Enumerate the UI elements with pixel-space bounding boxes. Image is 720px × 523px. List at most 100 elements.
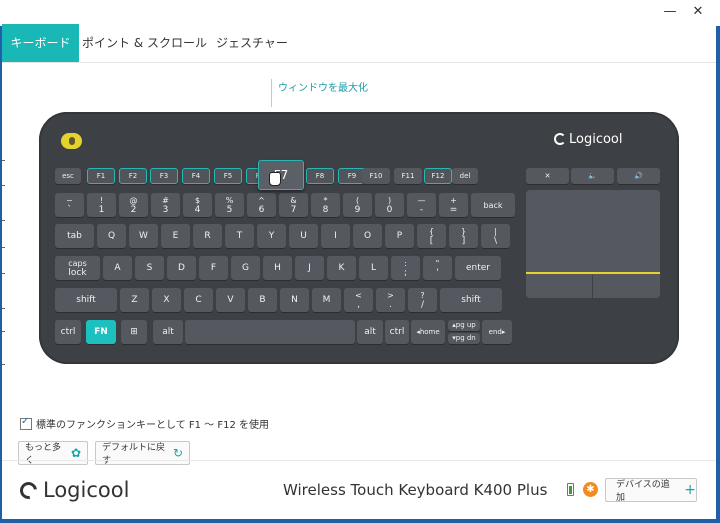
key-row3-2[interactable]: S <box>135 256 164 280</box>
key-row3-11-bottom: ' <box>436 267 439 278</box>
key-row5-0[interactable]: ctrl <box>55 320 81 344</box>
key-row1-6[interactable]: ^ 6 <box>247 193 276 217</box>
key-row2-11[interactable]: {[ <box>417 224 446 248</box>
logicool-mark-icon <box>16 478 41 503</box>
key-row1-1[interactable]: ! 1 <box>87 193 116 217</box>
key-f7-hover[interactable]: F7 <box>258 160 304 190</box>
key-row5-9[interactable]: ▾pg dn <box>448 333 480 344</box>
key-f3[interactable]: F3 <box>150 168 178 184</box>
key-row1-9[interactable]: (9 <box>343 193 372 217</box>
settings-badge-icon[interactable]: ✱ <box>583 482 598 497</box>
key-media-1[interactable]: 🔈 <box>571 168 614 184</box>
key-del[interactable]: del <box>452 168 478 184</box>
key-row2-0[interactable]: tab <box>55 224 94 248</box>
touchpad-divider <box>526 272 660 274</box>
key-row5-5[interactable]: alt <box>357 320 383 344</box>
key-f8[interactable]: F8 <box>306 168 334 184</box>
key-row4-8-top: < <box>355 290 362 300</box>
key-row4-8[interactable]: <, <box>344 288 373 312</box>
key-media-2[interactable]: 🔊 <box>617 168 660 184</box>
key-row2-12[interactable]: }] <box>449 224 478 248</box>
logicool-logo: Logicool <box>16 478 129 503</box>
key-row4-0[interactable]: shift <box>55 288 117 312</box>
key-row2-7[interactable]: U <box>289 224 318 248</box>
key-row5-4[interactable] <box>185 320 355 344</box>
key-row2-8[interactable]: I <box>321 224 350 248</box>
key-row2-6[interactable]: Y <box>257 224 286 248</box>
fn-keys-checkbox[interactable] <box>20 416 32 430</box>
key-row3-7[interactable]: J <box>295 256 324 280</box>
key-row3-5[interactable]: G <box>231 256 260 280</box>
key-row5-7[interactable]: ◂home <box>411 320 445 344</box>
fn-keys-option[interactable]: 標準のファンクションキーとして F1 ～ F12 を使用 <box>20 416 269 431</box>
key-row4-9[interactable]: >. <box>376 288 405 312</box>
key-media-0[interactable]: ✕ <box>526 168 569 184</box>
key-f1[interactable]: F1 <box>87 168 115 184</box>
tab-bar: キーボード ポイント & スクロール ジェスチャー <box>2 24 716 63</box>
key-row2-4[interactable]: R <box>193 224 222 248</box>
key-row1-10-bottom: 0 <box>386 204 393 215</box>
key-row2-5[interactable]: T <box>225 224 254 248</box>
tab-keyboard[interactable]: キーボード <box>2 24 79 62</box>
key-row1-4[interactable]: $4 <box>183 193 212 217</box>
key-row2-2[interactable]: W <box>129 224 158 248</box>
add-device-button[interactable]: デバイスの追加 + <box>605 478 697 503</box>
key-row4-10[interactable]: ? / <box>408 288 437 312</box>
key-row1-2[interactable]: @2 <box>119 193 148 217</box>
key-f2[interactable]: F2 <box>119 168 147 184</box>
key-f12[interactable]: F12 <box>424 168 452 184</box>
key-f11[interactable]: F11 <box>394 168 422 184</box>
key-row1-13[interactable]: back <box>471 193 515 217</box>
key-row1-3[interactable]: #3 <box>151 193 180 217</box>
key-row1-8[interactable]: * 8 <box>311 193 340 217</box>
key-row2-1[interactable]: Q <box>97 224 126 248</box>
key-row2-9[interactable]: O <box>353 224 382 248</box>
key-row3-0[interactable]: caps lock <box>55 256 100 280</box>
key-row4-7[interactable]: M <box>312 288 341 312</box>
key-row1-5[interactable]: % 5 <box>215 193 244 217</box>
key-f10[interactable]: F10 <box>362 168 390 184</box>
key-row3-4[interactable]: F <box>199 256 228 280</box>
touchpad[interactable] <box>526 190 660 298</box>
key-row5-6[interactable]: ctrl <box>385 320 409 344</box>
key-esc[interactable]: esc <box>55 168 81 184</box>
minimize-button[interactable]: — <box>660 4 680 20</box>
tab-point-scroll[interactable]: ポイント & スクロール <box>82 24 207 62</box>
key-row5-10[interactable]: end▸ <box>482 320 512 344</box>
key-row5-3[interactable]: alt <box>153 320 183 344</box>
key-row3-12[interactable]: enter <box>455 256 501 280</box>
key-row1-2-bottom: 2 <box>130 204 137 215</box>
key-row4-5[interactable]: B <box>248 288 277 312</box>
key-row4-4[interactable]: V <box>216 288 245 312</box>
key-row2-10[interactable]: P <box>385 224 414 248</box>
key-row3-3[interactable]: D <box>167 256 196 280</box>
key-row3-11[interactable]: " ' <box>423 256 452 280</box>
key-row3-6[interactable]: H <box>263 256 292 280</box>
key-row4-11[interactable]: shift <box>440 288 502 312</box>
key-row3-10[interactable]: :; <box>391 256 420 280</box>
key-row4-3[interactable]: C <box>184 288 213 312</box>
key-row3-9[interactable]: L <box>359 256 388 280</box>
key-row5-2[interactable]: ⊞ <box>121 320 147 344</box>
key-f4[interactable]: F4 <box>182 168 210 184</box>
key-f5[interactable]: F5 <box>214 168 242 184</box>
key-row5-1[interactable]: FN <box>86 320 116 344</box>
key-row1-12[interactable]: + = <box>439 193 468 217</box>
key-row1-8-bottom: 8 <box>322 204 329 215</box>
key-row1-0[interactable]: ~ ` <box>55 193 84 217</box>
tab-gestures[interactable]: ジェスチャー <box>212 24 292 62</box>
key-row1-11[interactable]: — - <box>407 193 436 217</box>
key-row3-11-top: " <box>435 258 440 268</box>
key-row3-1[interactable]: A <box>103 256 132 280</box>
key-row2-3[interactable]: E <box>161 224 190 248</box>
key-row4-6[interactable]: N <box>280 288 309 312</box>
key-row1-10[interactable]: ) 0 <box>375 193 404 217</box>
key-row1-0-bottom: ` <box>67 204 72 215</box>
key-row1-7[interactable]: & 7 <box>279 193 308 217</box>
key-row2-13[interactable]: | \ <box>481 224 510 248</box>
close-button[interactable]: ✕ <box>688 4 708 20</box>
key-row5-8[interactable]: ▴pg up <box>448 320 480 331</box>
key-row3-8[interactable]: K <box>327 256 356 280</box>
key-row4-1[interactable]: Z <box>120 288 149 312</box>
key-row4-2[interactable]: X <box>152 288 181 312</box>
